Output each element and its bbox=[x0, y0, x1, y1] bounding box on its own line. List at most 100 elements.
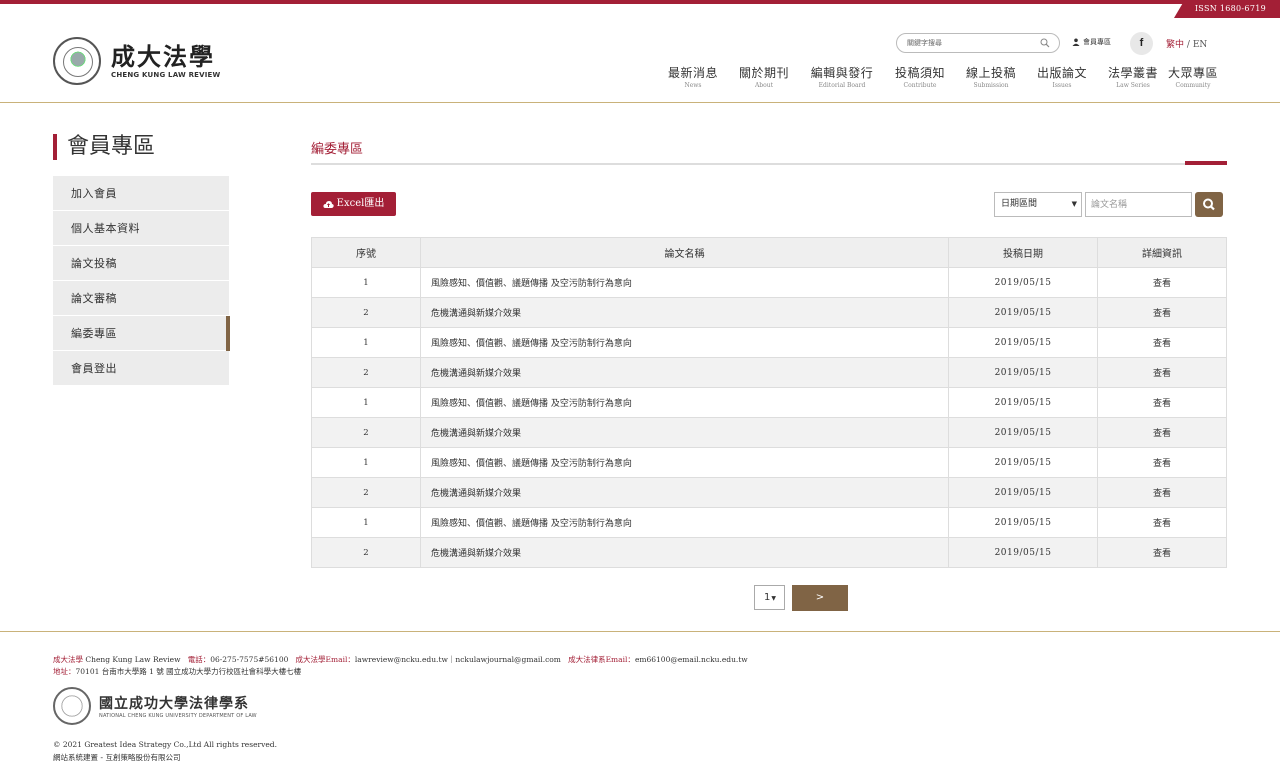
footer-address-label: 地址： bbox=[53, 667, 76, 676]
cell-date: 2019/05/15 bbox=[948, 267, 1098, 298]
sidebar-item-review-paper[interactable]: 論文審稿 bbox=[53, 281, 229, 316]
nav-item-issues[interactable]: 出版論文 Issues bbox=[1020, 66, 1104, 92]
page-number-value: 1 bbox=[764, 592, 771, 603]
search-input[interactable] bbox=[907, 37, 1032, 49]
cell-date: 2019/05/15 bbox=[948, 447, 1098, 478]
cell-date: 2019/05/15 bbox=[948, 357, 1098, 388]
nav-item-community[interactable]: 大眾專區 Community bbox=[1162, 66, 1224, 92]
search-icon[interactable] bbox=[1040, 38, 1050, 48]
column-header-no: 序號 bbox=[311, 237, 421, 268]
footer-department-logo[interactable]: 國立成功大學法律學系 NATIONAL CHENG KUNG UNIVERSIT… bbox=[53, 687, 257, 725]
nav-label-cn: 編輯與發行 bbox=[810, 66, 874, 80]
cell-no: 1 bbox=[311, 387, 421, 418]
view-link[interactable]: 查看 bbox=[1097, 267, 1227, 298]
footer-contact-line: 成大法學 Cheng Kung Law Review 電話：06-275-757… bbox=[53, 654, 748, 665]
table-row: 1 風險感知、價值觀、議題傳播 及空污防制行為意向 2019/05/15 查看 bbox=[311, 267, 1227, 298]
search-box bbox=[896, 33, 1060, 53]
user-icon bbox=[1072, 38, 1080, 46]
logo-title-cn: 成大法學 bbox=[111, 42, 215, 71]
view-link[interactable]: 查看 bbox=[1097, 507, 1227, 538]
page-number-select[interactable]: 1▼ bbox=[754, 585, 785, 610]
footer-address-line: 地址：70101 台南市大學路 1 號 國立成功大學力行校區社會科學大樓七樓 bbox=[53, 666, 301, 677]
view-link[interactable]: 查看 bbox=[1097, 297, 1227, 328]
footer-dept-email[interactable]: em66100@email.ncku.edu.tw bbox=[635, 655, 748, 664]
table-row: 1 風險感知、價值觀、議題傳播 及空污防制行為意向 2019/05/15 查看 bbox=[311, 447, 1227, 478]
sidebar-item-editorial[interactable]: 編委專區 bbox=[53, 316, 230, 351]
site-footer: 成大法學 Cheng Kung Law Review 電話：06-275-757… bbox=[0, 631, 1280, 783]
cell-no: 2 bbox=[311, 537, 421, 568]
cell-no: 1 bbox=[311, 327, 421, 358]
member-area-label: 會員專區 bbox=[1083, 38, 1111, 46]
next-page-button[interactable]: > bbox=[792, 585, 848, 611]
member-area-link[interactable]: 會員專區 bbox=[1072, 37, 1111, 47]
footer-email-label: 成大法學Email： bbox=[295, 655, 355, 664]
table-row: 2 危機溝通與新媒介效果 2019/05/15 查看 bbox=[311, 477, 1227, 508]
cell-date: 2019/05/15 bbox=[948, 537, 1098, 568]
view-link[interactable]: 查看 bbox=[1097, 417, 1227, 448]
cell-no: 1 bbox=[311, 507, 421, 538]
view-link[interactable]: 查看 bbox=[1097, 387, 1227, 418]
cell-title: 危機溝通與新媒介效果 bbox=[420, 297, 949, 328]
column-header-details: 詳細資訊 bbox=[1097, 237, 1227, 268]
table-row: 1 風險感知、價值觀、議題傳播 及空污防制行為意向 2019/05/15 查看 bbox=[311, 387, 1227, 418]
nav-label-en: Issues bbox=[1052, 82, 1072, 89]
footer-department-cn: 國立成功大學法律學系 bbox=[99, 696, 249, 712]
cell-title: 危機溝通與新媒介效果 bbox=[420, 357, 949, 388]
paper-title-input[interactable] bbox=[1085, 192, 1192, 217]
nav-label-cn: 線上投稿 bbox=[965, 66, 1016, 80]
nav-item-editorial-board[interactable]: 編輯與發行 Editorial Board bbox=[806, 66, 878, 92]
cloud-upload-icon bbox=[323, 200, 334, 208]
date-range-select[interactable]: 日期區間 ▼ bbox=[994, 192, 1082, 217]
sidebar-item-profile[interactable]: 個人基本資料 bbox=[53, 211, 229, 246]
site-logo[interactable]: 成大法學 CHENG KUNG LAW REVIEW bbox=[53, 37, 220, 85]
cell-date: 2019/05/15 bbox=[948, 507, 1098, 538]
footer-name-en: Cheng Kung Law Review bbox=[85, 655, 181, 664]
nav-label-cn: 關於期刊 bbox=[738, 66, 789, 80]
sidebar-item-logout[interactable]: 會員登出 bbox=[53, 351, 229, 386]
nav-label-en: About bbox=[754, 82, 774, 89]
table-row: 2 危機溝通與新媒介效果 2019/05/15 查看 bbox=[311, 417, 1227, 448]
excel-export-button[interactable]: Excel匯出 bbox=[311, 192, 396, 216]
column-header-title: 論文名稱 bbox=[420, 237, 949, 268]
footer-builder: 網站系統建置 - 互創策略股份有限公司 bbox=[53, 753, 181, 762]
nav-item-law-series[interactable]: 法學叢書 Law Series bbox=[1104, 66, 1162, 92]
cell-date: 2019/05/15 bbox=[948, 477, 1098, 508]
language-switcher: 繁中 / EN bbox=[1166, 37, 1207, 50]
cell-title: 風險感知、價值觀、議題傳播 及空污防制行為意向 bbox=[420, 387, 949, 418]
main-nav: 最新消息 News 關於期刊 About 編輯與發行 Editorial Boa… bbox=[664, 66, 1224, 92]
table-row: 1 風險感知、價值觀、議題傳播 及空污防制行為意向 2019/05/15 查看 bbox=[311, 507, 1227, 538]
facebook-icon[interactable]: f bbox=[1130, 32, 1153, 55]
view-link[interactable]: 查看 bbox=[1097, 327, 1227, 358]
view-link[interactable]: 查看 bbox=[1097, 357, 1227, 388]
section-divider bbox=[311, 163, 1227, 165]
nav-label-cn: 投稿須知 bbox=[894, 66, 945, 80]
cell-no: 2 bbox=[311, 417, 421, 448]
view-link[interactable]: 查看 bbox=[1097, 477, 1227, 508]
lang-zh-link[interactable]: 繁中 bbox=[1166, 40, 1184, 50]
cell-no: 1 bbox=[311, 447, 421, 478]
nav-label-en: Editorial Board bbox=[818, 82, 866, 89]
view-link[interactable]: 查看 bbox=[1097, 537, 1227, 568]
footer-phone-label: 電話： bbox=[187, 655, 211, 664]
chevron-down-icon: ▼ bbox=[1071, 200, 1077, 208]
column-header-date: 投稿日期 bbox=[948, 237, 1098, 268]
section-divider-accent bbox=[1185, 161, 1227, 165]
nav-item-news[interactable]: 最新消息 News bbox=[664, 66, 722, 92]
nav-item-submission[interactable]: 線上投稿 Submission bbox=[962, 66, 1020, 92]
nav-label-en: Submission bbox=[973, 82, 1009, 89]
nav-item-contribute[interactable]: 投稿須知 Contribute bbox=[878, 66, 962, 92]
sidebar-item-join[interactable]: 加入會員 bbox=[53, 176, 229, 211]
logo-title-en: CHENG KUNG LAW REVIEW bbox=[111, 71, 221, 79]
cell-no: 1 bbox=[311, 267, 421, 298]
cell-no: 2 bbox=[311, 297, 421, 328]
nav-label-en: Community bbox=[1175, 82, 1211, 89]
filter-search-button[interactable] bbox=[1195, 192, 1223, 217]
nav-item-about[interactable]: 關於期刊 About bbox=[722, 66, 806, 92]
editorial-papers-table: 序號 論文名稱 投稿日期 詳細資訊 1 風險感知、價值觀、議題傳播 及空污防制行… bbox=[311, 237, 1227, 568]
footer-email[interactable]: lawreview@ncku.edu.tw｜nckulawjournal@gma… bbox=[355, 655, 561, 664]
table-row: 1 風險感知、價值觀、議題傳播 及空污防制行為意向 2019/05/15 查看 bbox=[311, 327, 1227, 358]
view-link[interactable]: 查看 bbox=[1097, 447, 1227, 478]
lang-en-link[interactable]: EN bbox=[1193, 40, 1207, 50]
sidebar-item-submit-paper[interactable]: 論文投稿 bbox=[53, 246, 229, 281]
nav-label-en: News bbox=[684, 82, 702, 89]
